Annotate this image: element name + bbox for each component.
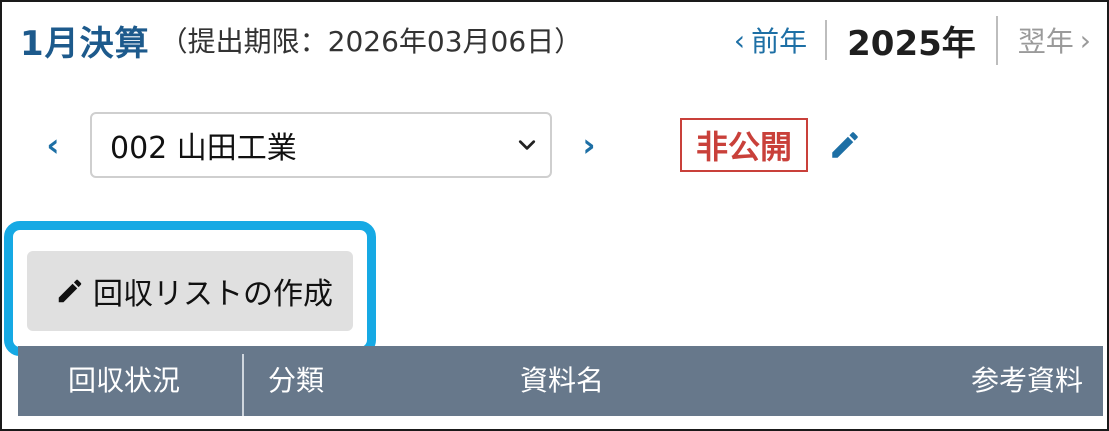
chevron-right-icon: › xyxy=(582,126,596,164)
page-title: 1月決算 xyxy=(20,23,150,64)
chevron-left-icon: ‹ xyxy=(46,126,60,164)
next-year-link[interactable]: 翌年 › xyxy=(998,20,1091,60)
next-year-label: 翌年 xyxy=(1017,25,1074,58)
column-header-category[interactable]: 分類 xyxy=(268,346,324,416)
chevron-down-icon xyxy=(518,140,536,150)
chevron-right-icon: › xyxy=(1079,23,1091,57)
title-row: 1月決算 （提出期限：2026年03月06日） xyxy=(20,16,582,64)
table-header: 回収状況 分類 資料名 参考資料 xyxy=(18,346,1103,416)
create-collection-list-button[interactable]: 回収リストの作成 xyxy=(27,251,353,331)
company-select[interactable]: 002 山田工業 xyxy=(90,112,552,178)
column-divider xyxy=(242,354,244,416)
pencil-icon[interactable] xyxy=(828,128,862,162)
create-button-label: 回収リストの作成 xyxy=(93,277,333,312)
chevron-left-icon: ‹ xyxy=(733,23,746,57)
visibility-badge: 非公開 xyxy=(680,118,809,172)
company-select-value: 002 山田工業 xyxy=(110,131,297,166)
column-header-status[interactable]: 回収状況 xyxy=(68,346,180,416)
pencil-icon xyxy=(58,279,82,303)
current-year: 2025年 xyxy=(827,15,998,65)
prev-company-button[interactable]: ‹ xyxy=(38,125,68,165)
prev-year-link[interactable]: ‹ 前年 xyxy=(733,20,828,60)
year-navigation: ‹ 前年 2025年 翌年 › xyxy=(733,15,1091,65)
company-selector-row: ‹ 002 山田工業 › 非公開 xyxy=(38,110,862,180)
next-company-button[interactable]: › xyxy=(574,125,604,165)
column-header-reference[interactable]: 参考資料 xyxy=(971,346,1083,416)
prev-year-label: 前年 xyxy=(751,25,808,58)
deadline-text: （提出期限：2026年03月06日） xyxy=(159,25,583,58)
column-header-document-name[interactable]: 資料名 xyxy=(520,346,604,416)
